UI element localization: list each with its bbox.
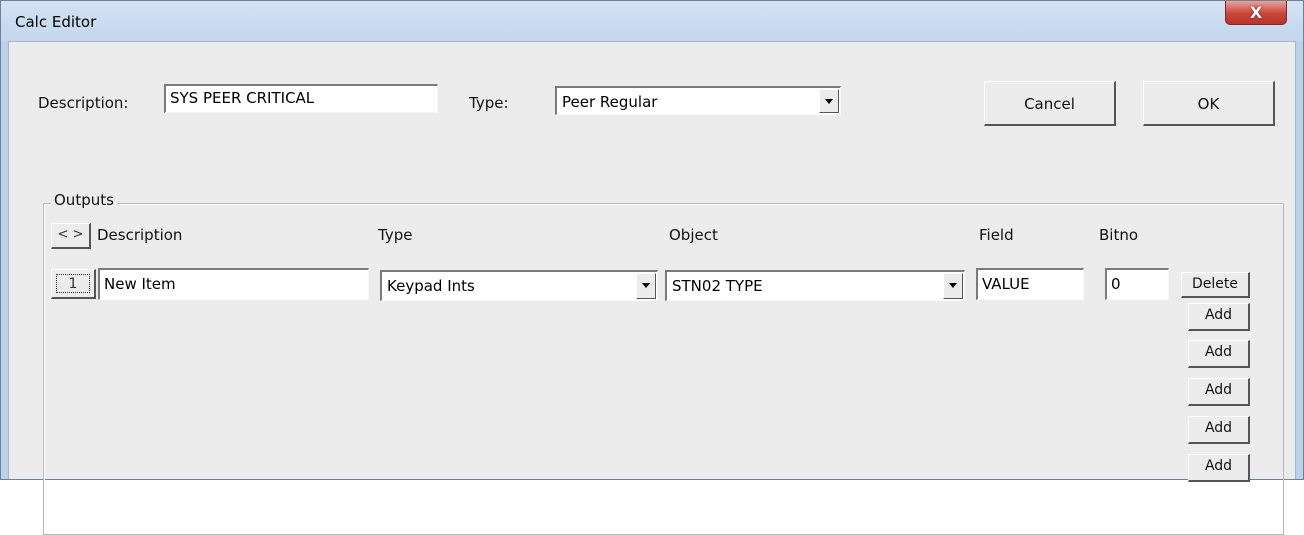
description-input[interactable]: SYS PEER CRITICAL bbox=[164, 84, 438, 113]
add-button[interactable]: Add bbox=[1188, 454, 1250, 482]
ok-button[interactable]: OK bbox=[1143, 81, 1275, 126]
outputs-group-title: Outputs bbox=[51, 191, 117, 209]
scroll-arrows-icon: < > bbox=[57, 227, 84, 242]
add-button[interactable]: Add bbox=[1188, 378, 1250, 406]
dropdown-arrow-icon[interactable] bbox=[819, 89, 839, 113]
cancel-button[interactable]: Cancel bbox=[984, 81, 1116, 126]
type-label: Type: bbox=[469, 94, 509, 112]
dropdown-arrow-icon[interactable] bbox=[943, 273, 963, 299]
row-type-select[interactable]: Keypad Ints bbox=[380, 270, 658, 301]
scroll-arrows-button[interactable]: < > bbox=[51, 223, 91, 249]
add-button[interactable]: Add bbox=[1188, 340, 1250, 368]
close-icon: X bbox=[1249, 3, 1263, 22]
column-header-type: Type bbox=[378, 226, 413, 244]
row-bitno-input[interactable]: 0 bbox=[1105, 268, 1169, 300]
type-select[interactable]: Peer Regular bbox=[555, 86, 841, 115]
outputs-group bbox=[43, 203, 1284, 535]
row-field-input[interactable]: VALUE bbox=[976, 268, 1084, 300]
delete-button[interactable]: Delete bbox=[1181, 272, 1250, 298]
calc-editor-window: Calc Editor X Description: SYS PEER CRIT… bbox=[0, 0, 1304, 535]
row-object-value: STN02 TYPE bbox=[672, 277, 763, 295]
window-title: Calc Editor bbox=[15, 13, 97, 31]
row-type-value: Keypad Ints bbox=[387, 277, 475, 295]
description-label: Description: bbox=[38, 94, 129, 112]
row-description-input[interactable]: New Item bbox=[98, 268, 369, 300]
dropdown-arrow-icon[interactable] bbox=[636, 273, 656, 299]
add-button[interactable]: Add bbox=[1188, 416, 1250, 444]
row-object-select[interactable]: STN02 TYPE bbox=[665, 270, 965, 301]
row-number-button[interactable]: 1 bbox=[51, 269, 96, 299]
type-select-value: Peer Regular bbox=[562, 93, 658, 111]
column-header-description: Description bbox=[97, 226, 183, 244]
column-header-field: Field bbox=[979, 226, 1014, 244]
dialog-client-area: Description: SYS PEER CRITICAL Type: Pee… bbox=[8, 41, 1296, 535]
row-number: 1 bbox=[56, 274, 90, 293]
title-bar[interactable]: Calc Editor X bbox=[1, 1, 1303, 41]
add-button[interactable]: Add bbox=[1188, 303, 1250, 331]
column-header-object: Object bbox=[669, 226, 718, 244]
column-header-bitno: Bitno bbox=[1099, 226, 1139, 244]
close-button[interactable]: X bbox=[1225, 1, 1287, 25]
